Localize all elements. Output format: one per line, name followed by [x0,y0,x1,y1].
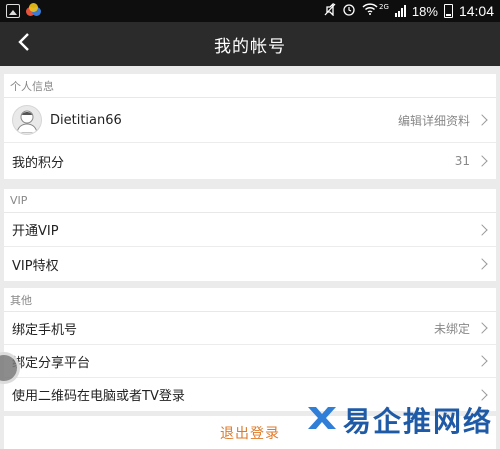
network-type-label: 2G [379,3,389,11]
app-header: 我的帐号 [0,22,500,66]
app-notification-icon [26,3,42,19]
section-label-other: 其他 [4,288,496,312]
battery-icon [443,4,453,18]
points-value: 31 [454,154,470,168]
vip-privileges-label: VIP特权 [12,258,59,274]
qr-login-label: 使用二维码在电脑或者TV登录 [12,389,185,404]
watermark-text: 易企推网络 [343,405,494,438]
battery-percent: 18% [411,3,438,19]
bind-share-platform-label: 绑定分享平台 [12,355,91,371]
avatar [12,105,42,135]
page-title: 我的帐号 [214,36,286,57]
profile-row[interactable]: Dietitian66 编辑详细资料 [4,98,496,143]
bind-share-platform-row[interactable]: 绑定分享平台 [4,345,496,378]
open-vip-label: 开通VIP [12,224,59,239]
vip-privileges-row[interactable]: VIP特权 [4,247,496,281]
signal-strength-icon [394,5,406,17]
status-bar: 2G 18% 14:04 [0,0,500,22]
section-label-personal: 个人信息 [4,74,496,98]
open-vip-row[interactable]: 开通VIP [4,213,496,247]
edit-profile-link: 编辑详细资料 [397,113,470,128]
bind-phone-status: 未绑定 [433,321,470,336]
watermark: 易企推网络 [305,400,493,440]
username: Dietitian66 [50,112,122,128]
bind-phone-row[interactable]: 绑定手机号 未绑定 [4,312,496,345]
gallery-notification-icon [6,4,20,18]
points-label: 我的积分 [12,155,65,171]
watermark-logo-icon [305,401,339,439]
chevron-right-icon [476,223,488,236]
chevron-right-icon [476,355,488,367]
chevron-right-icon [476,322,488,334]
back-button[interactable] [10,30,38,58]
bind-phone-label: 绑定手机号 [12,322,78,338]
default-avatar-icon [16,110,38,133]
alarm-icon [342,2,356,20]
personal-info-section: 个人信息 Dietitian66 编辑详细资料 我的积分 31 [4,74,496,179]
clock: 14:04 [458,3,494,19]
logout-label: 退出登录 [220,425,280,442]
other-section: 其他 绑定手机号 未绑定 绑定分享平台 使用二维码在电脑或者TV登录 [4,288,496,411]
chevron-right-icon [476,114,488,126]
chevron-left-icon [17,32,31,56]
mute-icon [324,1,336,20]
chevron-right-icon [476,388,488,401]
points-row[interactable]: 我的积分 31 [4,143,496,179]
section-label-vip: VIP [4,189,496,213]
vip-section: VIP 开通VIP VIP特权 [4,189,496,281]
chevron-right-icon [476,258,488,270]
wifi-icon [362,3,378,19]
chevron-right-icon [476,155,488,167]
